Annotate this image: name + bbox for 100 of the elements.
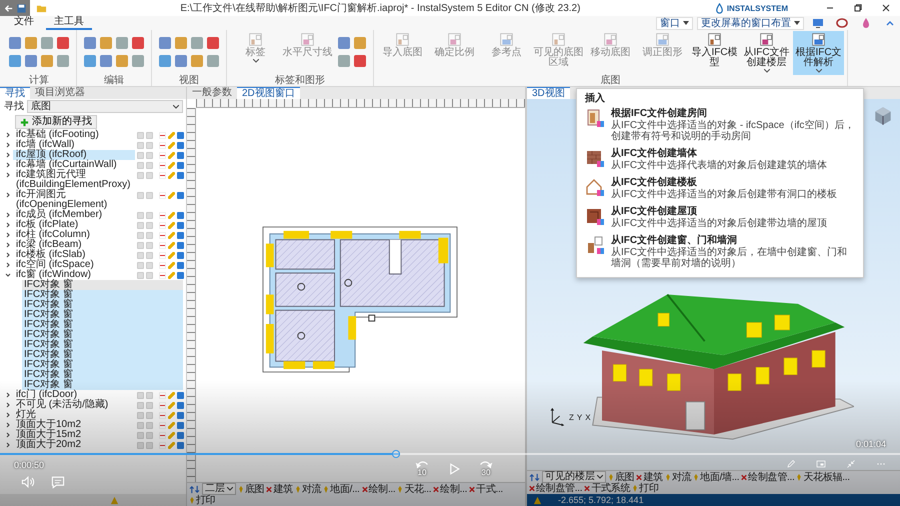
chevron-icon[interactable] bbox=[5, 392, 11, 398]
list-item[interactable]: IFC对象 窗 bbox=[22, 350, 183, 360]
list-item[interactable]: IFC对象 窗 bbox=[22, 330, 183, 340]
tool-icon[interactable] bbox=[116, 55, 128, 67]
list-item[interactable]: IFC对象 窗 bbox=[22, 300, 183, 310]
tree-item[interactable]: ifc建筑图元代理 (ifcBuildingElementProxy) bbox=[13, 170, 135, 190]
list-item[interactable]: IFC对象 窗 bbox=[22, 340, 183, 350]
search-dropdown[interactable]: 底图 bbox=[27, 100, 183, 113]
tool-icon[interactable] bbox=[207, 55, 219, 67]
menu-item[interactable]: 从IFC文件创建屋顶 从IFC文件中选择适当的对象后创建带边墙的屋顶 bbox=[577, 203, 863, 232]
layout-dropdown[interactable]: 更改屏幕的窗口布置 bbox=[697, 16, 804, 30]
chevron-icon[interactable] bbox=[5, 402, 11, 408]
tree-item[interactable]: 灯光 bbox=[13, 410, 135, 420]
tool-icon[interactable] bbox=[57, 37, 69, 49]
drop-icon[interactable] bbox=[860, 17, 872, 29]
chevron-icon[interactable] bbox=[5, 162, 11, 168]
tool-icon[interactable] bbox=[175, 55, 187, 67]
chevron-icon[interactable] bbox=[5, 222, 11, 228]
tree-item[interactable]: ifc板 (ifcPlate) bbox=[13, 220, 135, 230]
chevron-icon[interactable] bbox=[5, 132, 11, 138]
chevron-icon[interactable] bbox=[5, 442, 11, 448]
layer-toggle[interactable]: 地面/墙... bbox=[693, 472, 740, 482]
chevron-icon[interactable] bbox=[5, 172, 11, 178]
list-item[interactable]: IFC对象 窗 bbox=[22, 320, 183, 330]
tree-item[interactable]: ifc开洞图元 (ifcOpeningElement) bbox=[13, 190, 135, 210]
layer-toggle[interactable]: 天花板辐... bbox=[796, 472, 850, 482]
tool-icon[interactable] bbox=[9, 37, 21, 49]
back-icon[interactable] bbox=[3, 2, 14, 14]
layer-toggle[interactable]: 打印 bbox=[189, 495, 216, 506]
chevron-icon[interactable] bbox=[5, 252, 11, 258]
tool-icon[interactable] bbox=[57, 55, 69, 67]
tree-item[interactable]: 顶面大于20m2 bbox=[13, 440, 135, 450]
tree-item[interactable]: ifc成员 (ifcMember) bbox=[13, 210, 135, 220]
volume-icon[interactable] bbox=[20, 474, 36, 490]
tool-icon[interactable] bbox=[354, 55, 366, 67]
floor-dropdown[interactable]: 可见的楼层 bbox=[542, 471, 606, 483]
chevron-icon[interactable] bbox=[5, 272, 11, 278]
close-icon[interactable] bbox=[881, 3, 891, 13]
remove-button[interactable] bbox=[159, 192, 166, 198]
copy-button[interactable] bbox=[177, 192, 184, 198]
tool-icon[interactable] bbox=[191, 55, 203, 67]
tree-item[interactable]: ifc基础 (ifcFooting) bbox=[13, 130, 135, 140]
tree-item[interactable]: ifc门 (ifcDoor) bbox=[13, 390, 135, 400]
layer-toggle[interactable]: 天花... bbox=[397, 484, 432, 494]
tool-icon[interactable] bbox=[41, 37, 53, 49]
picture-in-picture-icon[interactable] bbox=[816, 459, 826, 469]
save-icon[interactable] bbox=[16, 2, 27, 14]
chevron-icon[interactable] bbox=[5, 192, 11, 198]
tree-item[interactable]: ifc幕墙 (ifcCurtainWall) bbox=[13, 160, 135, 170]
tool-icon[interactable] bbox=[25, 55, 37, 67]
tool-icon[interactable] bbox=[100, 37, 112, 49]
ribbon-button[interactable]: 从IFC文件创建楼层 bbox=[741, 31, 792, 75]
tree-item[interactable]: 顶面大于15m2 bbox=[13, 430, 135, 440]
chevron-icon[interactable] bbox=[5, 262, 11, 268]
layer-toggle[interactable]: 底图 bbox=[238, 484, 264, 494]
tree-item[interactable]: ifc空间 (ifcSpace) bbox=[13, 260, 135, 270]
list-item[interactable]: IFC对象 窗 bbox=[22, 280, 183, 290]
panel-tab[interactable]: 寻找 bbox=[0, 87, 30, 99]
layer-toggle[interactable]: 绘制盘管... bbox=[741, 472, 794, 482]
restore-icon[interactable] bbox=[853, 3, 863, 13]
layer-toggle[interactable]: 地面/... bbox=[323, 484, 360, 494]
pencil-icon[interactable] bbox=[786, 459, 796, 469]
tree-item[interactable]: ifc屋顶 (ifcRoof) bbox=[13, 150, 135, 160]
minimize-video-icon[interactable] bbox=[846, 459, 856, 469]
tool-icon[interactable] bbox=[191, 37, 203, 49]
ribbon-button[interactable]: 导入IFC模型 bbox=[689, 31, 740, 75]
list-item[interactable]: IFC对象 窗 bbox=[22, 290, 183, 300]
chevron-icon[interactable] bbox=[5, 142, 11, 148]
layer-toggle[interactable]: 绘制盘管... bbox=[529, 483, 582, 494]
chevron-icon[interactable] bbox=[5, 152, 11, 158]
list-item[interactable]: IFC对象 窗 bbox=[22, 360, 183, 370]
layer-toggle[interactable]: 建筑 bbox=[636, 472, 663, 482]
tool-icon[interactable] bbox=[354, 37, 366, 49]
layer-toggle[interactable]: 对流 bbox=[664, 472, 692, 482]
add-search-button[interactable]: 添加新的寻找 bbox=[15, 115, 97, 129]
layer-toggle[interactable]: 打印 bbox=[632, 483, 658, 494]
list-item[interactable]: IFC对象 窗 bbox=[22, 310, 183, 320]
panel-tab[interactable]: 一般参数 bbox=[187, 87, 237, 99]
menu-item[interactable]: 从IFC文件创建墙体 从IFC文件中选择代表墙的对象后创建建筑的墙体 bbox=[577, 145, 863, 174]
ribbon-button[interactable]: 根据IFC文件解析 bbox=[793, 31, 844, 75]
tree-item[interactable]: ifc楼板 (ifcSlab) bbox=[13, 250, 135, 260]
tree-item[interactable]: 不可见 (未活动/隐藏) bbox=[13, 400, 135, 410]
tool-icon[interactable] bbox=[84, 55, 96, 67]
tool-icon[interactable] bbox=[9, 55, 21, 67]
tool-icon[interactable] bbox=[84, 37, 96, 49]
chevron-icon[interactable] bbox=[5, 242, 11, 248]
tool-icon[interactable] bbox=[338, 37, 350, 49]
tool-icon[interactable] bbox=[25, 37, 37, 49]
sort-arrows-icon[interactable] bbox=[189, 484, 200, 494]
chevron-icon[interactable] bbox=[5, 422, 11, 428]
monitor-icon[interactable] bbox=[812, 17, 824, 29]
list-item[interactable]: IFC对象 窗 bbox=[22, 370, 183, 380]
layer-toggle[interactable]: 对流 bbox=[294, 484, 322, 494]
tool-icon[interactable] bbox=[41, 55, 53, 67]
tree-item[interactable]: 顶面大于10m2 bbox=[13, 420, 135, 430]
tool-icon[interactable] bbox=[132, 55, 144, 67]
tool-icon[interactable] bbox=[159, 37, 171, 49]
chevron-icon[interactable] bbox=[5, 432, 11, 438]
tool-icon[interactable] bbox=[338, 55, 350, 67]
tool-icon[interactable] bbox=[207, 37, 219, 49]
